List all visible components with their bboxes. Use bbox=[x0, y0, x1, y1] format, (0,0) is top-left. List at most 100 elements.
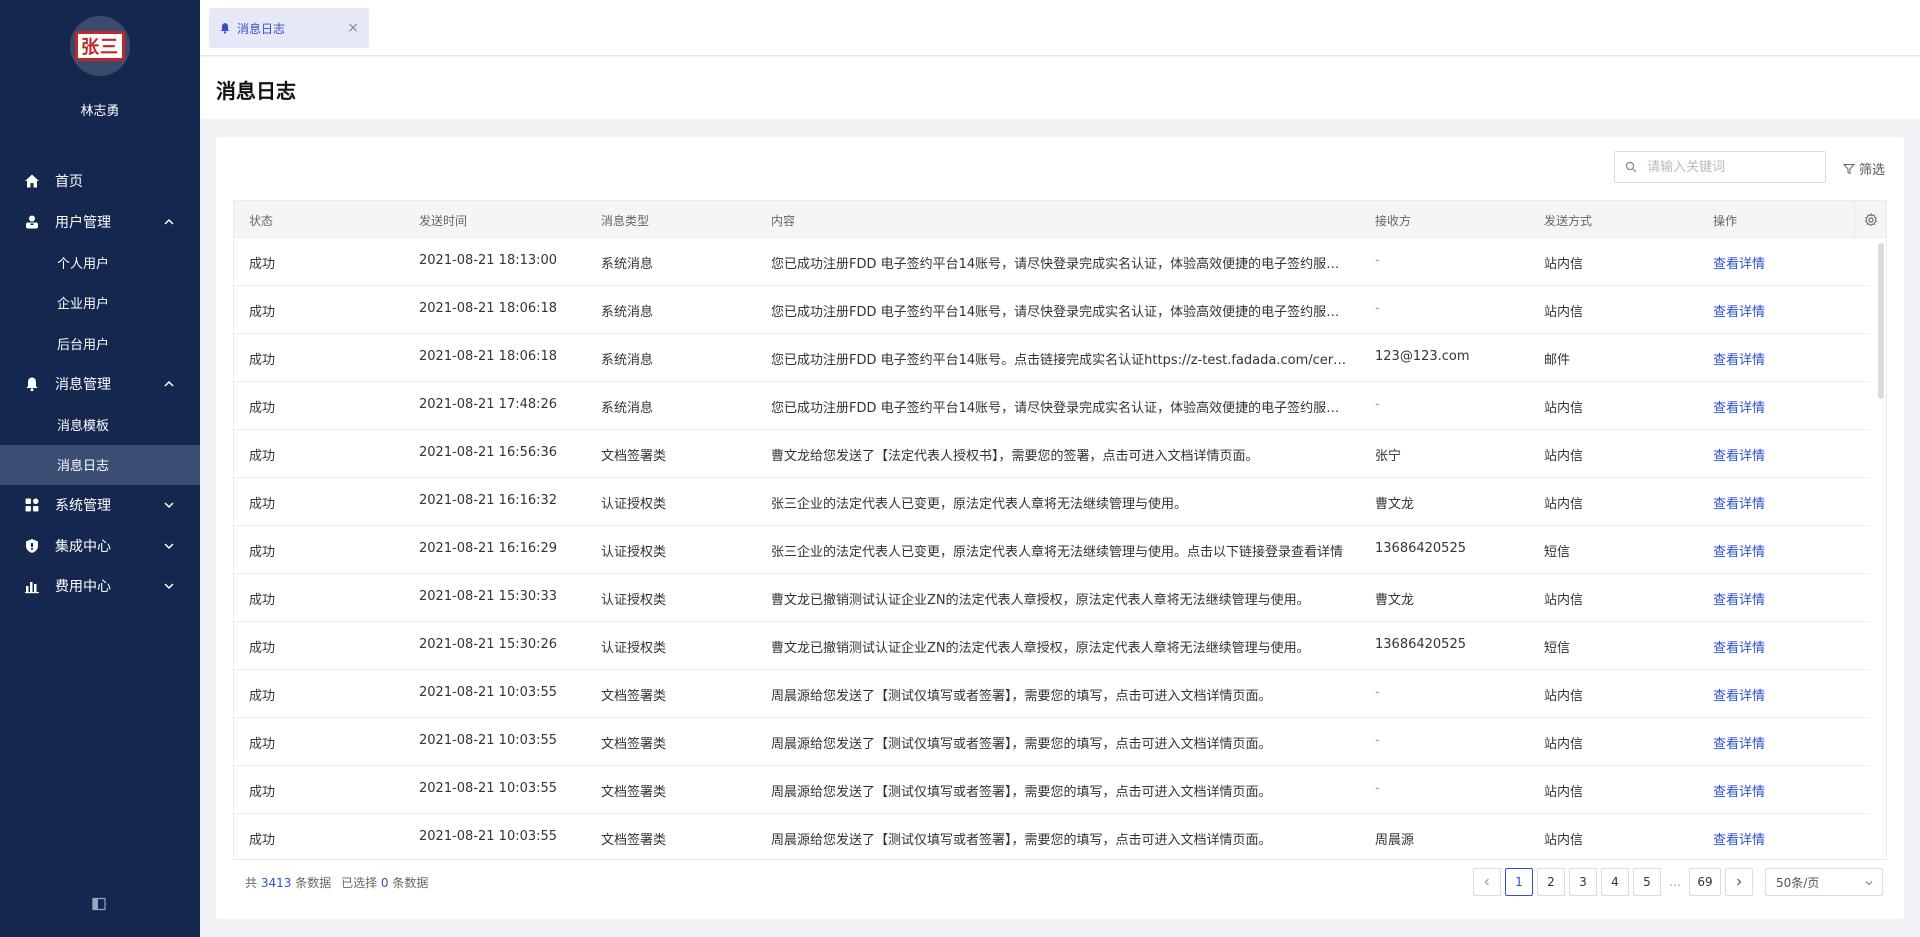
sidebar-item-user-management[interactable]: 用户管理 bbox=[0, 202, 200, 243]
cell-message-type: 系统消息 bbox=[601, 401, 654, 416]
view-details-link[interactable]: 查看详情 bbox=[1713, 541, 1765, 560]
filter-button[interactable]: 筛选 bbox=[1843, 159, 1885, 178]
cell-send-time: 2021-08-21 18:13:00 bbox=[419, 253, 558, 268]
view-details-link[interactable]: 查看详情 bbox=[1713, 589, 1765, 608]
pagination-ellipsis[interactable]: ... bbox=[1665, 875, 1685, 889]
page-button-2[interactable]: 2 bbox=[1537, 868, 1565, 896]
cell-content: 曹文龙给您发送了【法定代表人授权书】，需要您的签署，点击可进入文档详情页面。 bbox=[771, 449, 1259, 464]
cell-content: 您已成功注册FDD 电子签约平台14账号，请尽快登录完成实名认证，体验高效便捷的… bbox=[771, 257, 1351, 272]
sidebar-item-label: 费用中心 bbox=[55, 579, 111, 596]
cell-send-method: 短信 bbox=[1544, 545, 1571, 560]
sidebar-item-label: 用户管理 bbox=[55, 214, 111, 231]
view-details-link[interactable]: 查看详情 bbox=[1713, 397, 1765, 416]
sidebar-item-enterprise-users[interactable]: 企业用户 bbox=[0, 283, 200, 324]
total-suffix: 条数据 bbox=[295, 876, 332, 890]
cell-status: 成功 bbox=[249, 737, 276, 752]
search-box[interactable] bbox=[1614, 151, 1826, 183]
view-details-link[interactable]: 查看详情 bbox=[1713, 253, 1765, 272]
sidebar-item-home[interactable]: 首页 bbox=[0, 161, 200, 202]
cell-message-type: 认证授权类 bbox=[601, 593, 667, 608]
cell-content: 张三企业的法定代表人已变更，原法定代表人章将无法继续管理与使用。 bbox=[771, 497, 1188, 512]
cell-message-type: 文档签署类 bbox=[601, 689, 667, 704]
page-button-last[interactable]: 69 bbox=[1689, 868, 1721, 896]
table-header: 状态 发送时间 消息类型 内容 接收方 发送方式 操作 bbox=[234, 201, 1886, 238]
username: 林志勇 bbox=[80, 104, 120, 119]
tab-label: 消息日志 bbox=[237, 21, 286, 36]
cell-recipient: 123@123.com bbox=[1375, 349, 1470, 364]
cell-content: 您已成功注册FDD 电子签约平台14账号，请尽快登录完成实名认证，体验高效便捷的… bbox=[771, 401, 1351, 416]
cell-send-method: 站内信 bbox=[1544, 737, 1584, 752]
gear-icon bbox=[1864, 212, 1877, 226]
view-details-link[interactable]: 查看详情 bbox=[1713, 781, 1765, 800]
collapse-sidebar-icon[interactable] bbox=[92, 897, 106, 911]
page-button-1[interactable]: 1 bbox=[1505, 868, 1533, 896]
view-details-link[interactable]: 查看详情 bbox=[1713, 733, 1765, 752]
chevron-up-icon bbox=[164, 218, 174, 225]
page-size-select[interactable]: 50条/页 bbox=[1765, 868, 1883, 896]
view-details-link[interactable]: 查看详情 bbox=[1713, 685, 1765, 704]
cell-message-type: 文档签署类 bbox=[601, 449, 667, 464]
chevron-down-icon bbox=[164, 502, 174, 509]
selected-suffix: 条数据 bbox=[392, 876, 429, 890]
prev-page-button[interactable] bbox=[1473, 868, 1501, 896]
view-details-link[interactable]: 查看详情 bbox=[1713, 445, 1765, 464]
cell-send-time: 2021-08-21 18:06:18 bbox=[419, 301, 558, 316]
selected-count: 0 bbox=[380, 876, 389, 890]
sidebar-item-message-templates[interactable]: 消息模板 bbox=[0, 404, 200, 445]
page-header: 消息日志 bbox=[200, 57, 1920, 119]
sidebar-item-integration-center[interactable]: 集成中心 bbox=[0, 526, 200, 567]
cell-status: 成功 bbox=[249, 353, 276, 368]
column-settings-button[interactable] bbox=[1854, 201, 1886, 238]
avatar[interactable]: 张三 bbox=[70, 16, 130, 76]
cell-content: 张三企业的法定代表人已变更，原法定代表人章将无法继续管理与使用。点击以下链接登录… bbox=[771, 545, 1344, 560]
view-details-link[interactable]: 查看详情 bbox=[1713, 301, 1765, 320]
cell-message-type: 文档签署类 bbox=[601, 737, 667, 752]
sidebar-item-billing-center[interactable]: 费用中心 bbox=[0, 566, 200, 607]
sidebar-item-personal-users[interactable]: 个人用户 bbox=[0, 242, 200, 283]
page-button-4[interactable]: 4 bbox=[1601, 868, 1629, 896]
table-body: 成功 2021-08-21 18:13:00 系统消息 您已成功注册FDD 电子签约平… bbox=[234, 238, 1886, 859]
cell-send-method: 站内信 bbox=[1544, 305, 1584, 320]
search-input[interactable] bbox=[1647, 159, 1817, 175]
cell-status: 成功 bbox=[249, 833, 276, 848]
tab-message-log[interactable]: 消息日志 × bbox=[209, 8, 369, 48]
column-header-send-method: 发送方式 bbox=[1544, 214, 1593, 228]
page-button-3[interactable]: 3 bbox=[1569, 868, 1597, 896]
column-header-send-time: 发送时间 bbox=[419, 214, 468, 228]
view-details-link[interactable]: 查看详情 bbox=[1713, 493, 1765, 512]
column-header-status: 状态 bbox=[249, 214, 274, 228]
sidebar-item-system-management[interactable]: 系统管理 bbox=[0, 485, 200, 526]
cell-send-time: 2021-08-21 15:30:33 bbox=[419, 589, 558, 604]
column-header-recipient: 接收方 bbox=[1375, 214, 1412, 228]
column-header-actions: 操作 bbox=[1713, 214, 1738, 228]
table-row: 成功 2021-08-21 16:16:32 认证授权类 张三企业的法定代表人已变更，… bbox=[234, 478, 1870, 526]
table-row: 成功 2021-08-21 10:03:55 文档签署类 周晨源给您发送了【测试仅填写… bbox=[234, 766, 1870, 814]
cell-recipient: - bbox=[1375, 781, 1380, 796]
cell-send-time: 2021-08-21 18:06:18 bbox=[419, 349, 558, 364]
chevron-up-icon bbox=[164, 380, 174, 387]
cell-send-method: 站内信 bbox=[1544, 785, 1584, 800]
table-scrollbar[interactable] bbox=[1878, 243, 1884, 399]
chevron-down-icon bbox=[164, 583, 174, 590]
sidebar-item-message-management[interactable]: 消息管理 bbox=[0, 364, 200, 405]
sidebar-item-message-log[interactable]: 消息日志 bbox=[0, 444, 200, 485]
cell-recipient: 13686420525 bbox=[1375, 541, 1466, 556]
close-icon[interactable]: × bbox=[347, 20, 359, 36]
view-details-link[interactable]: 查看详情 bbox=[1713, 829, 1765, 848]
cell-recipient: - bbox=[1375, 733, 1380, 748]
table-row: 成功 2021-08-21 10:03:55 文档签署类 周晨源给您发送了【测试仅填写… bbox=[234, 718, 1870, 766]
view-details-link[interactable]: 查看详情 bbox=[1713, 637, 1765, 656]
view-details-link[interactable]: 查看详情 bbox=[1713, 349, 1765, 368]
table-row: 成功 2021-08-21 10:03:55 文档签署类 周晨源给您发送了【测试仅填写… bbox=[234, 670, 1870, 718]
sidebar-item-label: 系统管理 bbox=[55, 498, 111, 515]
cell-send-time: 2021-08-21 10:03:55 bbox=[419, 829, 558, 844]
cell-send-time: 2021-08-21 16:16:32 bbox=[419, 493, 558, 508]
cell-content: 周晨源给您发送了【测试仅填写或者签署】，需要您的填写，点击可进入文档详情页面。 bbox=[771, 785, 1272, 800]
bell-icon bbox=[24, 376, 40, 392]
cell-content: 周晨源给您发送了【测试仅填写或者签署】，需要您的填写，点击可进入文档详情页面。 bbox=[771, 737, 1272, 752]
next-page-button[interactable] bbox=[1725, 868, 1753, 896]
sidebar-item-admin-users[interactable]: 后台用户 bbox=[0, 323, 200, 364]
message-log-table: 状态 发送时间 消息类型 内容 接收方 发送方式 操作 成功 2021-08-21… bbox=[233, 200, 1887, 860]
page-button-5[interactable]: 5 bbox=[1633, 868, 1661, 896]
cell-send-method: 站内信 bbox=[1544, 449, 1584, 464]
